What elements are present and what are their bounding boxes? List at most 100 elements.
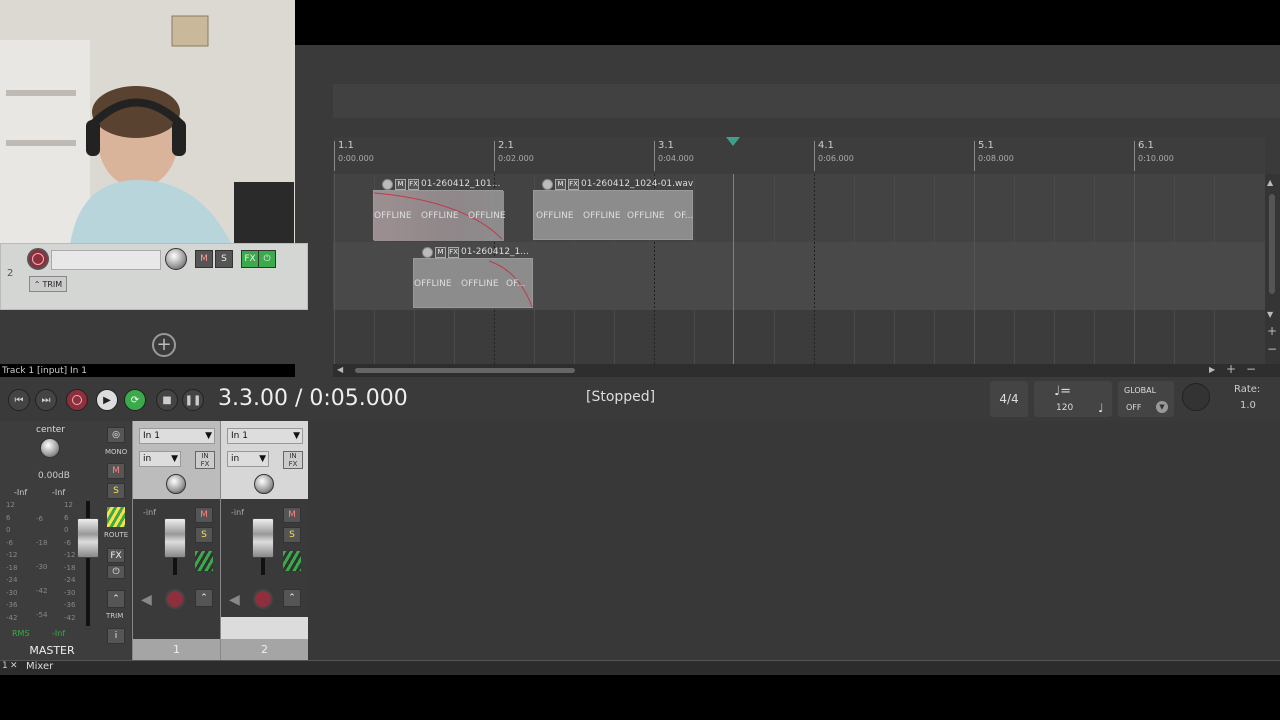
- mono-icon[interactable]: ◎: [107, 427, 125, 443]
- mute-button[interactable]: M: [195, 250, 213, 268]
- pan-knob[interactable]: [254, 474, 274, 494]
- pause-button[interactable]: ❚❚: [182, 389, 204, 411]
- mode-select[interactable]: in ▼: [139, 451, 181, 467]
- scrollbar-thumb[interactable]: [355, 368, 575, 373]
- scroll-right-icon[interactable]: ▶: [1209, 365, 1215, 374]
- channel-fader[interactable]: [252, 518, 274, 558]
- zoom-out-icon[interactable]: −: [1267, 342, 1277, 356]
- input-label: In 1: [231, 431, 248, 441]
- master-name: MASTER: [29, 644, 75, 657]
- trim-label: TRIM: [42, 279, 63, 289]
- record-button[interactable]: [66, 389, 88, 411]
- empty-lane[interactable]: [333, 310, 1265, 364]
- route-icon[interactable]: [107, 507, 125, 527]
- time-display[interactable]: 3.3.00 / 0:05.000: [218, 386, 408, 411]
- input-select[interactable]: In 1 ▼: [139, 428, 215, 444]
- vertical-scrollbar[interactable]: ▲ ▼ + −: [1265, 174, 1280, 364]
- power-icon[interactable]: ⏻: [107, 565, 125, 579]
- route-icon[interactable]: [195, 551, 213, 571]
- item-fx-button[interactable]: FX: [408, 178, 419, 190]
- time-signature[interactable]: 4/4: [990, 381, 1028, 417]
- master-fader[interactable]: [77, 518, 99, 558]
- speaker-icon[interactable]: ◀: [141, 592, 152, 608]
- fx-button[interactable]: FX: [241, 250, 259, 268]
- channel-number: 1: [133, 639, 220, 660]
- envelope-icon[interactable]: ⌃: [107, 590, 125, 608]
- channel-strip-1[interactable]: In 1 ▼ in ▼ IN FX -inf M S ◀ ⌃ 1: [132, 421, 220, 660]
- fx-bypass-icon[interactable]: ⏻: [258, 250, 276, 268]
- solo-button[interactable]: S: [283, 527, 301, 543]
- media-item[interactable]: M FX 01-260412_101... OFFLINE OFFLINE OF…: [373, 178, 506, 241]
- webcam-overlay: [0, 0, 295, 245]
- item-lock-icon[interactable]: [382, 178, 393, 190]
- horizontal-scrollbar[interactable]: ◀ ▶ + −: [333, 362, 1280, 377]
- item-fx-button[interactable]: FX: [568, 178, 579, 190]
- pan-knob[interactable]: [166, 474, 186, 494]
- transport-bar: ⏮ ⏭ ▶ ⟳ ■ ❚❚ 3.3.00 / 0:05.000 [Stopped]…: [0, 377, 1280, 421]
- input-fx-button[interactable]: IN FX: [195, 451, 215, 469]
- item-lock-icon[interactable]: [542, 178, 553, 190]
- zoom-out-icon[interactable]: −: [1246, 362, 1256, 376]
- master-mute-button[interactable]: M: [107, 463, 125, 479]
- track-panel[interactable]: M S FX ⏻ 2 ⌃ TRIM: [0, 243, 308, 310]
- tab-mixer[interactable]: Mixer: [26, 661, 53, 672]
- mute-button[interactable]: M: [195, 507, 213, 523]
- repeat-button[interactable]: ⟳: [124, 389, 146, 411]
- go-to-start-icon[interactable]: ⏮: [8, 389, 30, 411]
- envelope-icon[interactable]: ⌃: [283, 589, 301, 607]
- scrollbar-thumb[interactable]: [1269, 194, 1275, 294]
- solo-button[interactable]: S: [195, 527, 213, 543]
- global-automation[interactable]: GLOBAL OFF ▼: [1118, 381, 1174, 417]
- channel-strip-2[interactable]: In 1 ▼ in ▼ IN FX -inf M S ◀ ⌃ 2: [220, 421, 308, 660]
- channel-fader[interactable]: [164, 518, 186, 558]
- offline-label: OFFLINE: [421, 211, 459, 221]
- close-icon[interactable]: ✕: [10, 661, 18, 671]
- input-select[interactable]: In 1 ▼: [227, 428, 303, 444]
- tempo-control[interactable]: ♩= 120 ♩: [1034, 381, 1112, 417]
- record-arm-button[interactable]: [165, 589, 185, 609]
- mode-select[interactable]: in ▼: [227, 451, 269, 467]
- item-mute-button[interactable]: M: [435, 246, 446, 258]
- trim-button[interactable]: ⌃ TRIM: [29, 276, 67, 292]
- master-solo-button[interactable]: S: [107, 483, 125, 499]
- volume-knob[interactable]: [165, 248, 187, 270]
- record-arm-button[interactable]: [253, 589, 273, 609]
- playrate-knob[interactable]: [1182, 383, 1210, 411]
- ruler-tick: [814, 141, 815, 171]
- envelope-icon[interactable]: ⌃: [195, 589, 213, 607]
- stop-button[interactable]: ■: [156, 389, 178, 411]
- grid-line: [974, 174, 975, 364]
- item-lock-icon[interactable]: [422, 246, 433, 258]
- pan-label: center: [36, 425, 65, 435]
- route-icon[interactable]: [283, 551, 301, 571]
- item-mute-button[interactable]: M: [395, 178, 406, 190]
- track-name-field[interactable]: [51, 250, 161, 270]
- scroll-up-icon[interactable]: ▲: [1267, 178, 1273, 187]
- speaker-icon[interactable]: ◀: [229, 592, 240, 608]
- media-item[interactable]: M FX 01-260412_1024-01.wav OFFLINE OFFLI…: [533, 178, 693, 240]
- item-fx-button[interactable]: FX: [448, 246, 459, 258]
- play-button[interactable]: ▶: [96, 389, 118, 411]
- media-item[interactable]: M FX 01-260412_1... OFFLINE OFFLINE OF..…: [413, 246, 533, 308]
- play-cursor-marker-icon[interactable]: [726, 137, 740, 147]
- master-fx-button[interactable]: FX: [107, 548, 125, 563]
- plus-circle-icon[interactable]: +: [152, 333, 176, 357]
- track-lanes[interactable]: M FX 01-260412_101... OFFLINE OFFLINE OF…: [333, 174, 1265, 364]
- chevron-down-icon[interactable]: ▼: [1156, 401, 1168, 413]
- input-fx-button[interactable]: IN FX: [283, 451, 303, 469]
- record-arm-button[interactable]: [27, 248, 49, 270]
- zoom-in-icon[interactable]: +: [1267, 324, 1277, 338]
- timeline-ruler[interactable]: 1.1 0:00.000 2.1 0:02.000 3.1 0:04.000 4…: [333, 137, 1265, 174]
- grid-line: [1094, 174, 1095, 364]
- item-mute-button[interactable]: M: [555, 178, 566, 190]
- mute-button[interactable]: M: [283, 507, 301, 523]
- pan-knob[interactable]: [40, 438, 60, 458]
- scroll-down-icon[interactable]: ▼: [1267, 310, 1273, 319]
- solo-button[interactable]: S: [215, 250, 233, 268]
- info-button[interactable]: i: [107, 628, 125, 644]
- go-to-end-icon[interactable]: ⏭: [35, 389, 57, 411]
- zoom-in-icon[interactable]: +: [1226, 362, 1236, 376]
- scroll-left-icon[interactable]: ◀: [337, 365, 343, 374]
- reaper-window: 1.1 0:00.000 2.1 0:02.000 3.1 0:04.000 4…: [0, 0, 1280, 720]
- grid-line: [894, 174, 895, 364]
